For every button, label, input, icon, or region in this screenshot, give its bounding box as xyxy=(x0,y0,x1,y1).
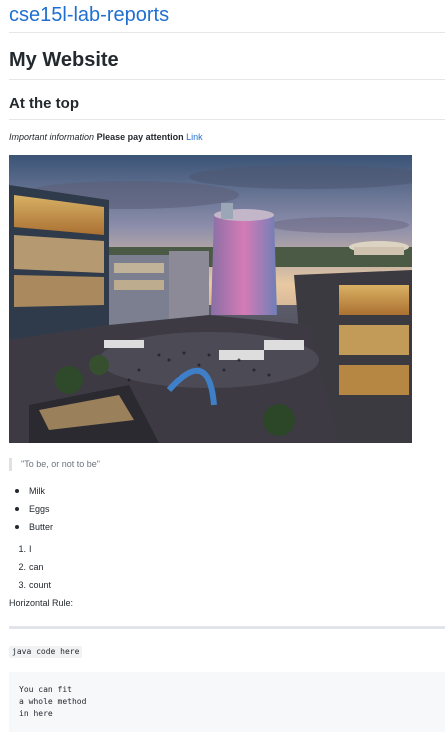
inline-code: java code here xyxy=(9,646,83,658)
info-link[interactable]: Link xyxy=(186,132,203,142)
list-item: 2. can xyxy=(9,561,445,574)
list-item: Milk xyxy=(9,485,445,498)
bullet-list: Milk Eggs Butter xyxy=(9,485,445,534)
list-number: 3. xyxy=(18,580,26,590)
site-title-link[interactable]: cse15l-lab-reports xyxy=(9,0,445,33)
page-heading: My Website xyxy=(9,47,445,80)
list-item: 1. I xyxy=(9,543,445,556)
list-item: Butter xyxy=(9,521,445,534)
list-item-text: can xyxy=(29,562,44,572)
bold-text: Please pay attention xyxy=(96,132,184,142)
page: cse15l-lab-reports My Website At the top… xyxy=(0,0,445,732)
list-number: 2. xyxy=(18,562,26,572)
campus-illustration-image xyxy=(9,155,412,443)
list-item: Eggs xyxy=(9,503,445,516)
italic-text: Important information xyxy=(9,132,95,142)
code-block: You can fit a whole method in here xyxy=(9,672,445,732)
blockquote: "To be, or not to be" xyxy=(9,458,445,471)
info-paragraph: Important information Please pay attenti… xyxy=(9,131,445,144)
section-heading: At the top xyxy=(9,94,445,120)
horizontal-rule-label: Horizontal Rule: xyxy=(9,598,74,608)
list-item-text: I xyxy=(29,544,32,554)
list-number: 1. xyxy=(18,544,26,554)
list-item: 3. count xyxy=(9,579,445,592)
list-item-text: count xyxy=(29,580,52,590)
horizontal-rule xyxy=(9,626,445,629)
numbered-list: 1. I 2. can 3. count xyxy=(9,543,445,592)
